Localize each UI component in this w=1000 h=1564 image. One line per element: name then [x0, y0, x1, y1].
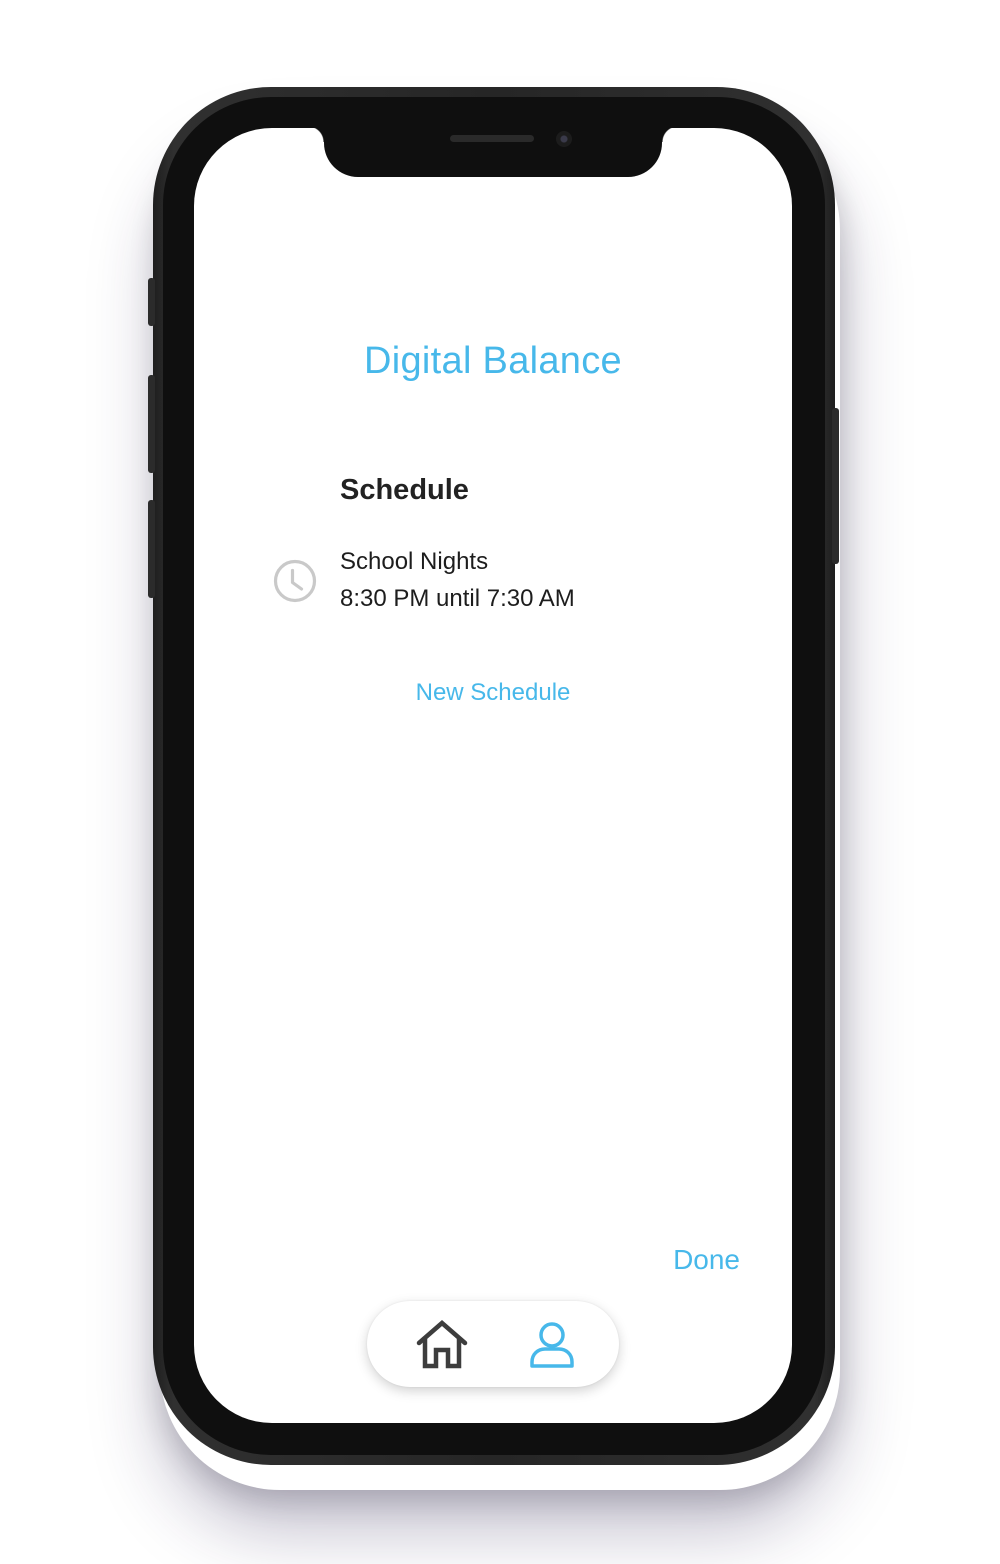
volume-down-button	[148, 500, 155, 598]
home-icon	[416, 1320, 468, 1369]
page-title: Digital Balance	[364, 340, 622, 382]
new-schedule-button[interactable]: New Schedule	[194, 679, 792, 707]
stage: Digital Balance Schedule School Nights 8…	[0, 0, 1000, 1564]
phone-screen: Digital Balance Schedule School Nights 8…	[194, 128, 792, 1423]
profile-icon	[530, 1322, 574, 1368]
schedule-item-time: 8:30 PM until 7:30 AM	[340, 585, 575, 612]
tab-bar	[367, 1301, 619, 1387]
schedule-item[interactable]: School Nights 8:30 PM until 7:30 AM	[272, 548, 712, 618]
tab-home[interactable]	[415, 1318, 469, 1372]
volume-up-button	[148, 375, 155, 473]
front-camera	[556, 131, 572, 147]
clock-icon	[273, 559, 317, 603]
power-button	[832, 408, 839, 564]
schedule-item-name: School Nights	[340, 548, 489, 575]
tab-profile[interactable]	[525, 1318, 579, 1372]
notch	[308, 128, 662, 177]
mute-switch	[148, 278, 155, 326]
schedule-heading: Schedule	[340, 474, 469, 506]
speaker-grille	[450, 135, 534, 142]
done-button[interactable]: Done	[673, 1244, 740, 1276]
